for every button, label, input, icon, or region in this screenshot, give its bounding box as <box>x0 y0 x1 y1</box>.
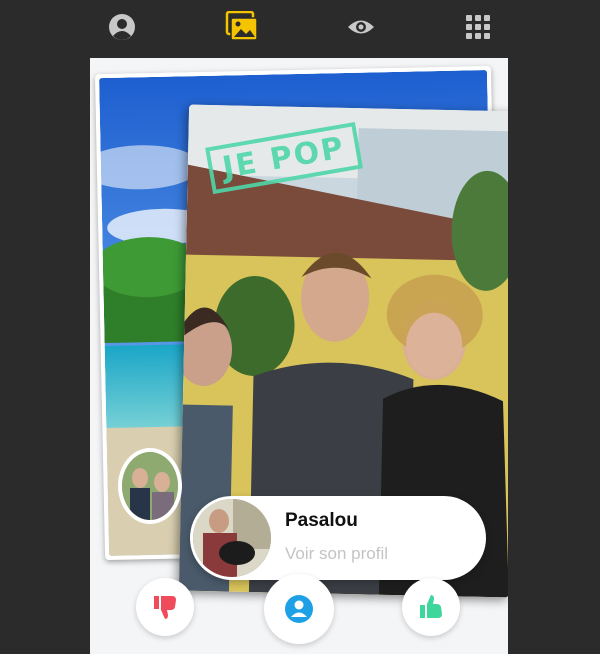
user-circle-icon <box>109 14 135 40</box>
profile-avatar <box>193 499 271 577</box>
like-button[interactable] <box>402 578 460 636</box>
nav-profile-tab[interactable] <box>104 10 140 44</box>
view-profile-link[interactable]: Voir son profil <box>285 544 388 564</box>
nav-photos-tab[interactable] <box>224 10 260 44</box>
next-profile-avatar[interactable] <box>118 448 182 524</box>
profile-summary-pill[interactable]: Pasalou Voir son profil <box>190 496 486 580</box>
swipe-panel: JE POP Pasalou Voir son profil <box>90 58 508 654</box>
thumbs-up-icon <box>420 595 442 618</box>
user-circle-icon <box>285 595 313 623</box>
top-nav <box>0 0 600 56</box>
grid-menu-icon <box>466 15 490 39</box>
nav-viewed-tab[interactable] <box>343 10 379 44</box>
profile-name: Pasalou <box>285 510 358 531</box>
nav-menu-tab[interactable] <box>460 10 496 44</box>
dislike-button[interactable] <box>136 578 194 636</box>
photos-icon <box>225 11 258 41</box>
view-profile-button[interactable] <box>264 574 334 644</box>
thumbs-down-icon <box>154 596 176 619</box>
eye-icon <box>348 20 374 34</box>
